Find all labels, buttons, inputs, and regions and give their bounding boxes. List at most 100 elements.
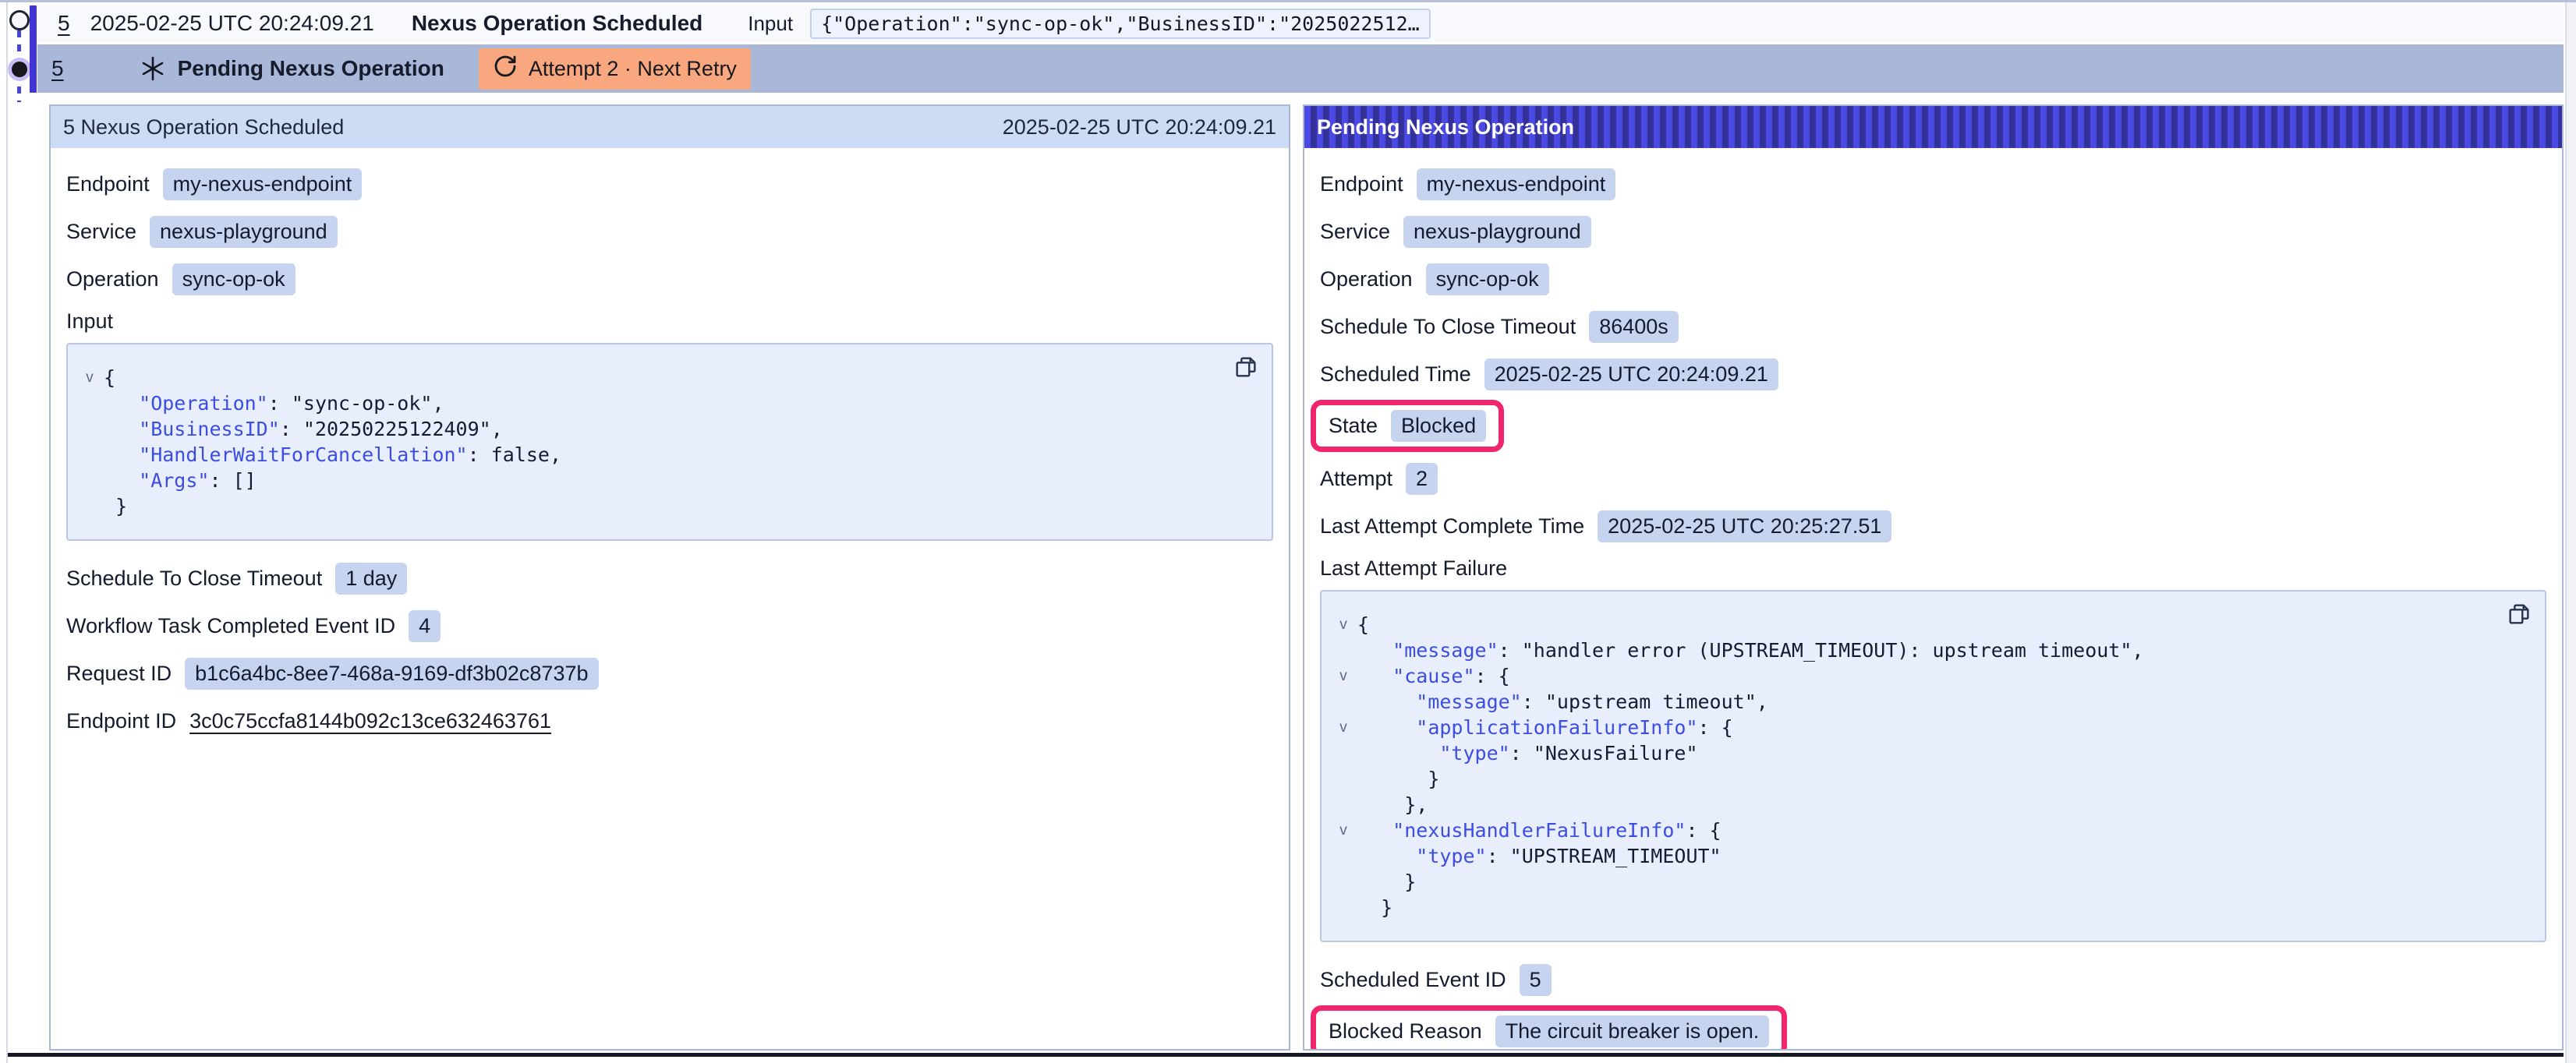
code-gutter xyxy=(1329,689,1357,715)
timeline-open-circle-marker xyxy=(9,10,30,30)
code-text: "type": "NexusFailure" xyxy=(1357,740,1698,766)
timeline-current-dot-marker xyxy=(12,62,27,77)
code-line: "message": "upstream timeout", xyxy=(1329,689,2490,715)
scheduled-panel-title: 5 Nexus Operation Scheduled xyxy=(63,115,344,139)
field-attempt: Attempt2 xyxy=(1320,461,2546,496)
field-operation: Operationsync-op-ok xyxy=(1320,262,2546,296)
collapse-chevron-icon[interactable]: v xyxy=(1329,715,1357,740)
code-text: "cause": { xyxy=(1357,663,1510,689)
code-text: } xyxy=(1357,869,1416,895)
code-gutter xyxy=(76,442,104,468)
field-value-chip: 5 xyxy=(1520,964,1552,996)
event-row-pending-nexus-operation[interactable]: 5 Pending Nexus Operation Attempt 2 · Ne… xyxy=(37,44,2564,93)
copy-button[interactable] xyxy=(2506,601,2532,630)
field-label: Operation xyxy=(1320,267,1413,291)
event-title: Pending Nexus Operation xyxy=(178,56,444,81)
field-value-chip: 2025-02-25 UTC 20:24:09.21 xyxy=(1484,358,1778,390)
field-label: Scheduled Time xyxy=(1320,362,1471,387)
code-gutter xyxy=(1329,766,1357,792)
json-key: "type" xyxy=(1416,845,1486,867)
event-id-link[interactable]: 5 xyxy=(58,11,70,36)
pending-fields-bottom: Scheduled Event ID5Blocked ReasonThe cir… xyxy=(1320,962,2546,1051)
field-blocked-reason: Blocked ReasonThe circuit breaker is ope… xyxy=(1311,1005,1787,1051)
collapse-chevron-icon[interactable]: v xyxy=(1329,818,1357,843)
field-last-attempt-complete-time: Last Attempt Complete Time2025-02-25 UTC… xyxy=(1320,509,2546,543)
pending-fields-top: Endpointmy-nexus-endpoint Servicenexus-pl… xyxy=(1320,167,2546,543)
json-key: "message" xyxy=(1416,690,1521,713)
code-gutter xyxy=(1329,792,1357,818)
json-key: "Args" xyxy=(139,469,209,492)
field-endpoint: Endpointmy-nexus-endpoint xyxy=(1320,167,2546,201)
code-text: } xyxy=(104,493,127,519)
field-value-chip: b1c6a4bc-8ee7-468a-9169-df3b02c8737b xyxy=(185,658,598,690)
event-id-link[interactable]: 5 xyxy=(51,56,64,81)
code-line: v "nexusHandlerFailureInfo": { xyxy=(1329,818,2490,843)
field-label: Workflow Task Completed Event ID xyxy=(66,614,395,638)
code-line: } xyxy=(1329,766,2490,792)
code-line: v "cause": { xyxy=(1329,663,2490,689)
field-value-link[interactable]: 3c0c75ccfa8144b092c13ce632463761 xyxy=(189,709,551,733)
code-gutter xyxy=(76,493,104,519)
event-row-nexus-operation-scheduled[interactable]: 5 2025-02-25 UTC 20:24:09.21 Nexus Opera… xyxy=(37,5,2564,42)
scheduled-panel-body: Endpointmy-nexus-endpointServicenexus-pl… xyxy=(51,148,1289,770)
code-text: "nexusHandlerFailureInfo": { xyxy=(1357,818,1721,843)
code-line: v{ xyxy=(1329,612,2490,637)
code-text: "Args": [] xyxy=(104,468,257,493)
collapse-chevron-icon[interactable]: v xyxy=(1329,663,1357,689)
field-service: Servicenexus-playground xyxy=(1320,214,2546,249)
code-text: "message": "upstream timeout", xyxy=(1357,689,1768,715)
json-key: "message" xyxy=(1392,639,1498,662)
event-timeline-rail xyxy=(0,2,37,111)
code-line: "message": "handler error (UPSTREAM_TIME… xyxy=(1329,637,2490,663)
collapse-chevron-icon[interactable]: v xyxy=(1329,612,1357,637)
code-gutter xyxy=(76,390,104,416)
field-operation: Operationsync-op-ok xyxy=(66,262,1273,296)
json-key: "cause" xyxy=(1392,665,1474,687)
last-attempt-failure-label: Last Attempt Failure xyxy=(1320,556,2546,581)
scrollbar-gutter[interactable] xyxy=(2565,2,2576,1063)
code-text: "HandlerWaitForCancellation": false, xyxy=(104,442,561,468)
pending-asterisk-icon xyxy=(139,55,167,83)
code-text: "applicationFailureInfo": { xyxy=(1357,715,1733,740)
code-line: v "applicationFailureInfo": { xyxy=(1329,715,2490,740)
retry-badge-label: Attempt 2 · Next Retry xyxy=(529,57,737,81)
code-line: v{ xyxy=(76,365,1217,390)
code-text: } xyxy=(1357,895,1392,920)
failure-json-block: v{ "message": "handler error (UPSTREAM_T… xyxy=(1320,590,2546,942)
field-value-chip: 1 day xyxy=(335,563,407,595)
field-label: Schedule To Close Timeout xyxy=(1320,315,1576,339)
event-detail-panels: 5 Nexus Operation Scheduled 2025-02-25 U… xyxy=(49,104,2564,1051)
event-title: Nexus Operation Scheduled xyxy=(412,11,702,36)
code-line: } xyxy=(76,493,1217,519)
copy-button[interactable] xyxy=(1233,354,1259,383)
field-value-chip: 4 xyxy=(409,610,441,642)
code-text: "BusinessID": "20250225122409", xyxy=(104,416,503,442)
field-schedule-to-close-timeout: Schedule To Close Timeout1 day xyxy=(66,561,1273,595)
code-text: { xyxy=(1357,612,1369,637)
code-line: "Args": [] xyxy=(76,468,1217,493)
field-value-chip: nexus-playground xyxy=(150,216,338,248)
scheduled-panel-timestamp: 2025-02-25 UTC 20:24:09.21 xyxy=(1003,115,1276,139)
code-line: "BusinessID": "20250225122409", xyxy=(76,416,1217,442)
code-gutter xyxy=(1329,869,1357,895)
field-value-chip: my-nexus-endpoint xyxy=(163,168,363,200)
field-label: Attempt xyxy=(1320,467,1392,491)
input-json-block: v{ "Operation": "sync-op-ok", "BusinessI… xyxy=(66,343,1273,541)
screen-left-border xyxy=(6,2,8,1063)
collapse-chevron-icon[interactable]: v xyxy=(76,365,104,390)
event-input-preview-chip: {"Operation":"sync-op-ok","BusinessID":"… xyxy=(810,9,1431,39)
code-text: "Operation": "sync-op-ok", xyxy=(104,390,444,416)
input-json-lines: v{ "Operation": "sync-op-ok", "BusinessI… xyxy=(76,365,1217,519)
field-value-chip: my-nexus-endpoint xyxy=(1417,168,1616,200)
code-gutter xyxy=(76,416,104,442)
field-endpoint-id: Endpoint ID3c0c75ccfa8144b092c13ce632463… xyxy=(66,704,1273,738)
field-value-chip: sync-op-ok xyxy=(172,263,295,295)
field-label: Service xyxy=(1320,220,1390,244)
scheduled-fields-bottom: Schedule To Close Timeout1 day Workflow T… xyxy=(66,561,1273,738)
failure-json-lines: v{ "message": "handler error (UPSTREAM_T… xyxy=(1329,612,2490,920)
field-value-chip: Blocked xyxy=(1391,410,1486,442)
field-value-chip: 2025-02-25 UTC 20:25:27.51 xyxy=(1598,510,1891,542)
code-gutter xyxy=(1329,843,1357,869)
code-line: } xyxy=(1329,895,2490,920)
json-key: "BusinessID" xyxy=(139,418,280,440)
